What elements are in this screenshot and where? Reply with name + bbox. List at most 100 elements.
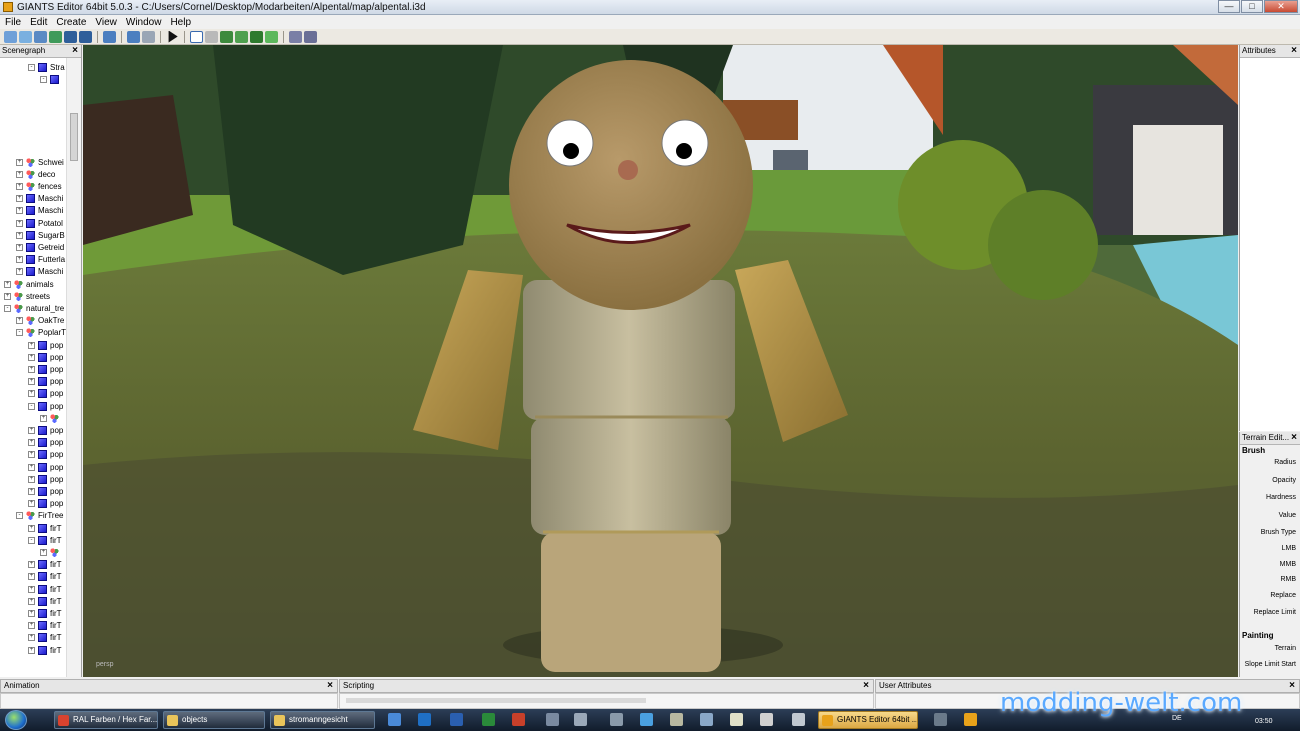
- close-panel-icon[interactable]: ×: [1291, 432, 1297, 444]
- tree-node[interactable]: + deco: [16, 168, 55, 180]
- collapse-icon[interactable]: -: [40, 75, 47, 83]
- tree-node[interactable]: - firT: [28, 534, 62, 546]
- expand-icon[interactable]: +: [16, 182, 23, 190]
- tree-node[interactable]: + fences: [16, 180, 62, 192]
- taskbar-folder-objects[interactable]: objects: [163, 711, 265, 729]
- settings-icon[interactable]: [304, 30, 317, 43]
- scrollbar-thumb[interactable]: [70, 113, 78, 161]
- expand-icon[interactable]: +: [28, 622, 35, 630]
- word-icon[interactable]: [450, 713, 463, 726]
- app-icon[interactable]: [670, 713, 683, 726]
- play-icon[interactable]: [168, 30, 178, 43]
- powerpoint-icon[interactable]: [512, 713, 525, 726]
- expand-icon[interactable]: +: [28, 500, 35, 508]
- tree-node[interactable]: + Schwei: [16, 156, 64, 168]
- excel-icon[interactable]: [482, 713, 495, 726]
- taskbar-folder-stromann[interactable]: stromanngesicht: [270, 711, 375, 729]
- taskbar-giants-editor[interactable]: GIANTS Editor 64bit ...: [818, 711, 918, 729]
- menu-create[interactable]: Create: [53, 17, 92, 28]
- tree-node[interactable]: + pop: [28, 449, 63, 461]
- tree-node[interactable]: + firT: [28, 607, 62, 619]
- tree-node[interactable]: + firT: [28, 583, 62, 595]
- collapse-icon[interactable]: -: [28, 402, 35, 410]
- tree-node[interactable]: + Getreid: [16, 241, 64, 253]
- expand-icon[interactable]: +: [28, 390, 35, 398]
- close-panel-icon[interactable]: ×: [1289, 680, 1295, 692]
- minimize-button[interactable]: —: [1218, 0, 1240, 13]
- collapse-icon[interactable]: -: [16, 329, 23, 337]
- expand-icon[interactable]: +: [28, 524, 35, 532]
- close-panel-icon[interactable]: ×: [863, 680, 869, 692]
- expand-icon[interactable]: +: [16, 243, 23, 251]
- expand-icon[interactable]: +: [16, 317, 23, 325]
- tree-node[interactable]: + pop: [28, 388, 63, 400]
- scripting-dock-body[interactable]: [339, 693, 874, 709]
- tree-node[interactable]: + pop: [28, 461, 63, 473]
- tree-node[interactable]: + Potatol: [16, 217, 63, 229]
- tree-node[interactable]: + pop: [28, 351, 63, 363]
- save-as-icon[interactable]: [79, 30, 92, 43]
- expand-icon[interactable]: +: [16, 268, 23, 276]
- collapse-icon[interactable]: -: [28, 63, 35, 71]
- outlook-icon[interactable]: [418, 713, 431, 726]
- close-panel-icon[interactable]: ×: [327, 680, 333, 692]
- terrain-paint-icon[interactable]: [235, 30, 248, 43]
- undo-icon[interactable]: [103, 30, 116, 43]
- expand-icon[interactable]: +: [28, 451, 35, 459]
- expand-icon[interactable]: +: [16, 231, 23, 239]
- app-icon[interactable]: [546, 713, 559, 726]
- start-button[interactable]: [5, 710, 27, 730]
- scenegraph-scrollbar[interactable]: [66, 58, 81, 677]
- app-icon[interactable]: [610, 713, 623, 726]
- app-icon[interactable]: [730, 713, 743, 726]
- open-file-icon[interactable]: [19, 30, 32, 43]
- expand-icon[interactable]: +: [28, 609, 35, 617]
- app-icon[interactable]: [964, 713, 977, 726]
- tree-node[interactable]: - pop: [28, 400, 63, 412]
- menu-edit[interactable]: Edit: [27, 17, 53, 28]
- reload-icon[interactable]: [49, 30, 62, 43]
- tree-node[interactable]: + animals: [4, 278, 54, 290]
- new-file-icon[interactable]: [4, 30, 17, 43]
- app-icon[interactable]: [640, 713, 653, 726]
- expand-icon[interactable]: +: [28, 463, 35, 471]
- expand-icon[interactable]: +: [28, 573, 35, 581]
- grass-icon[interactable]: [265, 30, 278, 43]
- tree-node[interactable]: + firT: [28, 644, 62, 656]
- collapse-icon[interactable]: -: [28, 536, 35, 544]
- expand-icon[interactable]: +: [40, 414, 47, 422]
- expand-icon[interactable]: +: [28, 585, 35, 593]
- foliage-paint-icon[interactable]: [250, 30, 263, 43]
- tree-node[interactable]: +: [40, 412, 62, 424]
- tree-node[interactable]: + pop: [28, 363, 63, 375]
- expand-icon[interactable]: +: [28, 353, 35, 361]
- expand-icon[interactable]: +: [16, 207, 23, 215]
- navmesh-icon[interactable]: [289, 30, 302, 43]
- menu-help[interactable]: Help: [167, 17, 197, 28]
- expand-icon[interactable]: +: [40, 548, 47, 556]
- expand-icon[interactable]: +: [16, 256, 23, 264]
- tree-node[interactable]: - FirTree: [16, 510, 63, 522]
- clock[interactable]: 03:50: [1255, 718, 1273, 725]
- expand-icon[interactable]: +: [28, 365, 35, 373]
- app-icon[interactable]: [934, 713, 947, 726]
- expand-icon[interactable]: +: [16, 195, 23, 203]
- tree-node[interactable]: + firT: [28, 559, 62, 571]
- redo-arrow-icon[interactable]: [142, 30, 155, 43]
- expand-icon[interactable]: +: [28, 475, 35, 483]
- expand-icon[interactable]: +: [28, 597, 35, 605]
- tree-node[interactable]: + Maschi: [16, 193, 63, 205]
- expand-icon[interactable]: +: [28, 426, 35, 434]
- tree-node[interactable]: + pop: [28, 473, 63, 485]
- tree-node[interactable]: + pop: [28, 339, 63, 351]
- tree-node[interactable]: + firT: [28, 620, 62, 632]
- menu-file[interactable]: File: [2, 17, 27, 28]
- explorer-icon[interactable]: [388, 713, 401, 726]
- expand-icon[interactable]: +: [16, 158, 23, 166]
- app-icon[interactable]: [700, 713, 713, 726]
- expand-icon[interactable]: +: [4, 292, 11, 300]
- tree-node[interactable]: +: [40, 546, 62, 558]
- import-icon[interactable]: [34, 30, 47, 43]
- expand-icon[interactable]: +: [28, 487, 35, 495]
- app-icon[interactable]: [760, 713, 773, 726]
